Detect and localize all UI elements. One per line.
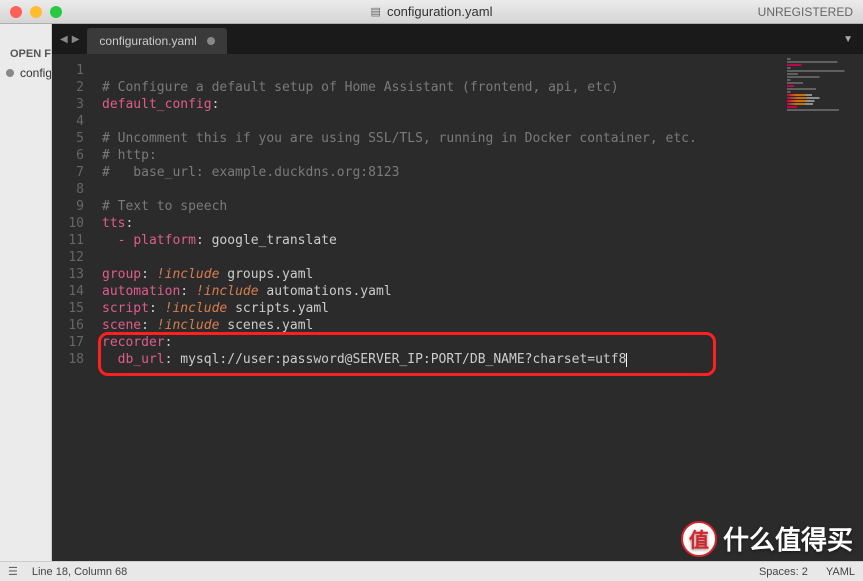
code-line[interactable]: recorder: bbox=[102, 334, 863, 351]
line-number: 7 bbox=[52, 164, 84, 181]
sidebar: OPEN FILES configuration.yaml bbox=[0, 24, 52, 561]
cursor-position[interactable]: Line 18, Column 68 bbox=[32, 566, 127, 578]
minimize-window-button[interactable] bbox=[30, 6, 42, 18]
line-number: 6 bbox=[52, 147, 84, 164]
line-number: 2 bbox=[52, 79, 84, 96]
file-icon: ▤ bbox=[371, 5, 381, 18]
line-number: 10 bbox=[52, 215, 84, 232]
editor: ◀ ▶ configuration.yaml ▼ 123456789101112… bbox=[52, 24, 863, 561]
unsaved-dot-icon bbox=[6, 69, 14, 77]
indentation-setting[interactable]: Spaces: 2 bbox=[759, 566, 808, 578]
minimap[interactable] bbox=[783, 54, 863, 561]
code-line[interactable]: db_url: mysql://user:password@SERVER_IP:… bbox=[102, 351, 863, 368]
menu-icon[interactable]: ☰ bbox=[8, 565, 18, 578]
registration-status: UNREGISTERED bbox=[758, 5, 863, 19]
line-number: 11 bbox=[52, 232, 84, 249]
code-line[interactable]: # base_url: example.duckdns.org:8123 bbox=[102, 164, 863, 181]
sidebar-item-file[interactable]: configuration.yaml bbox=[0, 64, 51, 82]
line-number: 18 bbox=[52, 351, 84, 368]
line-number: 9 bbox=[52, 198, 84, 215]
code-line[interactable]: group: !include groups.yaml bbox=[102, 266, 863, 283]
sidebar-header: OPEN FILES bbox=[0, 24, 51, 64]
code-line[interactable]: # Configure a default setup of Home Assi… bbox=[102, 79, 863, 96]
line-number: 16 bbox=[52, 317, 84, 334]
line-number: 4 bbox=[52, 113, 84, 130]
line-number: 13 bbox=[52, 266, 84, 283]
code-line[interactable] bbox=[102, 113, 863, 130]
line-number: 1 bbox=[52, 62, 84, 79]
line-number-gutter: 123456789101112131415161718 bbox=[52, 54, 94, 561]
nav-back-icon[interactable]: ◀ bbox=[60, 34, 68, 45]
window-title: ▤ configuration.yaml bbox=[371, 4, 493, 19]
window-controls bbox=[0, 6, 62, 18]
line-number: 14 bbox=[52, 283, 84, 300]
code-line[interactable]: - platform: google_translate bbox=[102, 232, 863, 249]
syntax-setting[interactable]: YAML bbox=[826, 566, 855, 578]
code-line[interactable]: script: !include scripts.yaml bbox=[102, 300, 863, 317]
code-line[interactable] bbox=[102, 249, 863, 266]
line-number: 5 bbox=[52, 130, 84, 147]
code-line[interactable]: # http: bbox=[102, 147, 863, 164]
title-bar: ▤ configuration.yaml UNREGISTERED bbox=[0, 0, 863, 24]
main-area: OPEN FILES configuration.yaml ◀ ▶ config… bbox=[0, 24, 863, 561]
code-area[interactable]: # Configure a default setup of Home Assi… bbox=[94, 54, 863, 561]
nav-forward-icon[interactable]: ▶ bbox=[72, 34, 80, 45]
text-cursor bbox=[626, 353, 627, 367]
editor-body[interactable]: 123456789101112131415161718 # Configure … bbox=[52, 54, 863, 561]
code-line[interactable]: # Text to speech bbox=[102, 198, 863, 215]
tab-configuration[interactable]: configuration.yaml bbox=[87, 28, 226, 54]
line-number: 3 bbox=[52, 96, 84, 113]
code-line[interactable]: automation: !include automations.yaml bbox=[102, 283, 863, 300]
tab-bar: ◀ ▶ configuration.yaml ▼ bbox=[52, 24, 863, 54]
close-window-button[interactable] bbox=[10, 6, 22, 18]
line-number: 17 bbox=[52, 334, 84, 351]
code-line[interactable]: # Uncomment this if you are using SSL/TL… bbox=[102, 130, 863, 147]
line-number: 8 bbox=[52, 181, 84, 198]
tab-nav: ◀ ▶ bbox=[52, 24, 87, 54]
line-number: 12 bbox=[52, 249, 84, 266]
code-line[interactable]: default_config: bbox=[102, 96, 863, 113]
code-line[interactable]: scene: !include scenes.yaml bbox=[102, 317, 863, 334]
code-line[interactable] bbox=[102, 181, 863, 198]
line-number: 15 bbox=[52, 300, 84, 317]
unsaved-dot-icon bbox=[207, 37, 215, 45]
sidebar-item-label: configuration.yaml bbox=[20, 66, 52, 80]
code-line[interactable]: tts: bbox=[102, 215, 863, 232]
maximize-window-button[interactable] bbox=[50, 6, 62, 18]
code-line[interactable] bbox=[102, 62, 863, 79]
tab-menu-button[interactable]: ▼ bbox=[833, 24, 863, 54]
window-title-text: configuration.yaml bbox=[387, 4, 493, 19]
status-bar: ☰ Line 18, Column 68 Spaces: 2 YAML bbox=[0, 561, 863, 581]
tab-label: configuration.yaml bbox=[99, 34, 196, 48]
